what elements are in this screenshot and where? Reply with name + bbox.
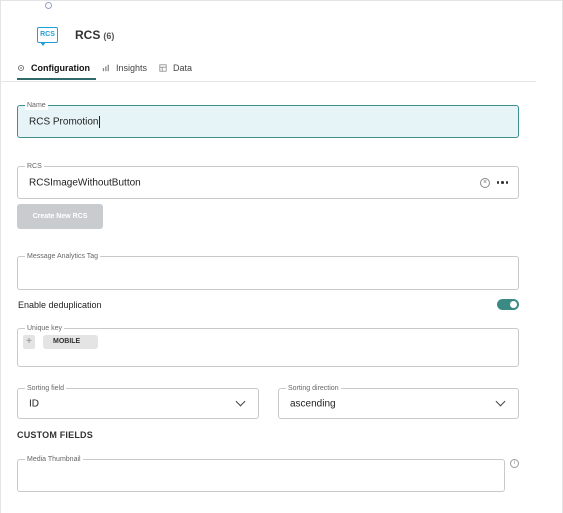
custom-fields-heading: CUSTOM FIELDS bbox=[17, 430, 93, 440]
tab-data-label: Data bbox=[173, 63, 193, 73]
deduplication-label: Enable deduplication bbox=[18, 300, 102, 310]
rcs-select-value: RCSImageWithoutButton bbox=[29, 177, 141, 188]
handle-dot-icon[interactable] bbox=[45, 2, 52, 9]
data-icon bbox=[159, 64, 167, 72]
page-header: RCS RCS (6) bbox=[37, 27, 114, 46]
sorting-field-value: ID bbox=[29, 398, 39, 409]
name-value-text: RCS Promotion bbox=[29, 116, 99, 128]
sorting-direction-select[interactable]: Sorting direction ascending bbox=[278, 384, 519, 419]
more-options-icon[interactable] bbox=[496, 181, 508, 184]
tab-insights[interactable]: Insights bbox=[102, 60, 147, 76]
active-tab-indicator bbox=[17, 78, 96, 80]
chevron-down-icon bbox=[495, 396, 506, 407]
chevron-down-icon bbox=[235, 396, 246, 407]
deduplication-toggle[interactable] bbox=[497, 299, 519, 310]
rcs-select-legend: RCS bbox=[25, 162, 44, 171]
name-field-value: RCS Promotion bbox=[29, 115, 101, 128]
message-analytics-tag-field[interactable]: Message Analytics Tag bbox=[17, 252, 519, 290]
add-key-button[interactable]: + bbox=[23, 335, 35, 349]
gear-icon bbox=[17, 64, 25, 72]
tab-configuration-label: Configuration bbox=[31, 63, 90, 73]
top-border bbox=[0, 0, 562, 1]
media-thumbnail-legend: Media Thumbnail bbox=[25, 455, 83, 464]
key-chip[interactable]: MOBILE bbox=[43, 335, 98, 349]
tab-data[interactable]: Data bbox=[159, 60, 192, 76]
bar-chart-icon bbox=[102, 64, 109, 72]
name-field[interactable]: Name RCS Promotion bbox=[17, 101, 519, 138]
sorting-field-legend: Sorting field bbox=[25, 384, 66, 393]
sorting-direction-legend: Sorting direction bbox=[286, 384, 341, 393]
rcs-select[interactable]: RCS RCSImageWithoutButton × bbox=[17, 162, 519, 199]
toggle-knob bbox=[510, 301, 517, 308]
tab-insights-label: Insights bbox=[116, 63, 148, 73]
sorting-direction-value: ascending bbox=[290, 398, 336, 409]
tab-bar: Configuration Insights Data bbox=[17, 60, 204, 78]
tab-configuration[interactable]: Configuration bbox=[17, 60, 90, 76]
page-title: RCS (6) bbox=[75, 28, 114, 42]
rcs-logo-icon: RCS bbox=[37, 27, 58, 46]
media-thumbnail-field[interactable]: Media Thumbnail bbox=[17, 455, 505, 492]
tabs-divider bbox=[0, 81, 536, 82]
left-border bbox=[0, 0, 1, 513]
analytics-tag-legend: Message Analytics Tag bbox=[25, 252, 101, 261]
item-count: (6) bbox=[103, 31, 115, 41]
info-icon[interactable]: i bbox=[510, 459, 519, 468]
unique-key-field[interactable]: Unique key + MOBILE bbox=[17, 324, 519, 367]
sorting-field-select[interactable]: Sorting field ID bbox=[17, 384, 259, 419]
unique-key-legend: Unique key bbox=[25, 324, 65, 333]
clear-icon[interactable]: × bbox=[480, 178, 490, 188]
page-title-text: RCS bbox=[75, 28, 101, 42]
name-field-legend: Name bbox=[25, 101, 48, 110]
create-new-rcs-button[interactable]: Create New RCS bbox=[17, 204, 103, 229]
text-caret bbox=[99, 115, 101, 128]
